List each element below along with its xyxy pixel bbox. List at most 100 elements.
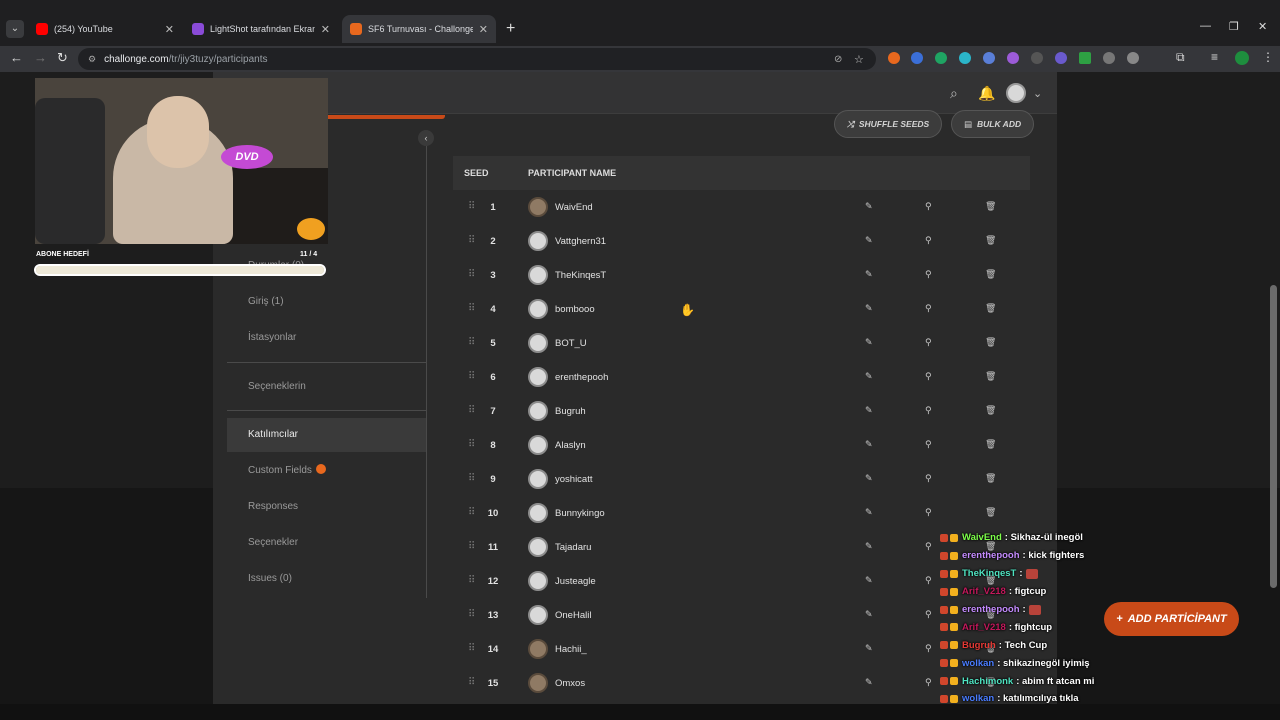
user-icon[interactable]: ⚲ [925, 609, 932, 620]
trash-icon[interactable]: 🗑 [985, 303, 996, 314]
table-row[interactable]: ⠿ 3 TheKinqesT ✎ ⚲ 🗑 [453, 258, 1030, 292]
table-row[interactable]: ⠿ 5 BOT_U ✎ ⚲ 🗑 [453, 326, 1030, 360]
drag-handle-icon[interactable]: ⠿ [468, 541, 475, 552]
drag-handle-icon[interactable]: ⠿ [468, 575, 475, 586]
page-scrollbar[interactable] [1270, 285, 1277, 588]
edit-icon[interactable]: ✎ [865, 677, 873, 688]
sidebar-item-issues[interactable]: Issues (0) [227, 562, 427, 596]
table-row[interactable]: ⠿ 10 Bunnykingo ✎ ⚲ 🗑 [453, 496, 1030, 530]
extension-icon[interactable] [1127, 52, 1139, 64]
chevron-down-icon[interactable]: ⌄ [1033, 87, 1042, 100]
address-bar[interactable]: ⚙ challonge.com /tr/jiy3tuzy/participant… [78, 48, 876, 70]
user-avatar[interactable] [1006, 83, 1026, 103]
close-icon[interactable]: ✕ [479, 23, 488, 36]
reload-icon[interactable]: ↻ [57, 50, 68, 66]
close-icon[interactable]: ✕ [165, 23, 174, 36]
extensions-puzzle-icon[interactable]: ⧉ [1176, 50, 1185, 65]
edit-icon[interactable]: ✎ [865, 541, 873, 552]
table-row[interactable]: ⠿ 9 yoshicatt ✎ ⚲ 🗑 [453, 462, 1030, 496]
edit-icon[interactable]: ✎ [865, 643, 873, 654]
edit-icon[interactable]: ✎ [865, 473, 873, 484]
chat-username[interactable]: Bugruh [962, 640, 996, 651]
table-row[interactable]: ⠿ 2 Vattghern31 ✎ ⚲ 🗑 [453, 224, 1030, 258]
edit-icon[interactable]: ✎ [865, 575, 873, 586]
forward-icon[interactable]: → [34, 50, 47, 65]
user-icon[interactable]: ⚲ [925, 575, 932, 586]
search-icon[interactable]: ⌕ [950, 85, 958, 102]
edit-icon[interactable]: ✎ [865, 609, 873, 620]
drag-handle-icon[interactable]: ⠿ [468, 269, 475, 280]
trash-icon[interactable]: 🗑 [985, 269, 996, 280]
chat-username[interactable]: TheKinqesT [962, 568, 1016, 579]
collapse-sidebar-button[interactable]: ‹ [418, 130, 434, 146]
user-icon[interactable]: ⚲ [925, 541, 932, 552]
add-participant-button[interactable]: + ADD PARTİCİPANT [1104, 602, 1239, 636]
drag-handle-icon[interactable]: ⠿ [468, 507, 475, 518]
tab-lightshot[interactable]: LightShot tarafından Ekran Gör ✕ [184, 15, 338, 43]
trash-icon[interactable]: 🗑 [985, 337, 996, 348]
minimize-icon[interactable]: — [1200, 20, 1211, 32]
trash-icon[interactable]: 🗑 [985, 507, 996, 518]
chat-username[interactable]: erenthepooh [962, 604, 1020, 615]
profile-avatar[interactable] [1235, 51, 1249, 65]
trash-icon[interactable]: 🗑 [985, 439, 996, 450]
maximize-icon[interactable]: ❐ [1229, 20, 1239, 33]
table-row[interactable]: ⠿ 4 bombooo ✎ ⚲ 🗑 [453, 292, 1030, 326]
close-icon[interactable]: ✕ [321, 23, 330, 36]
extension-icon[interactable] [1055, 52, 1067, 64]
sidebar-item-secenekler[interactable]: Seçenekler [227, 526, 427, 560]
user-icon[interactable]: ⚲ [925, 507, 932, 518]
edit-icon[interactable]: ✎ [865, 269, 873, 280]
extension-icon[interactable] [888, 52, 900, 64]
drag-handle-icon[interactable]: ⠿ [468, 235, 475, 246]
extension-icon[interactable] [935, 52, 947, 64]
extension-icon[interactable] [959, 52, 971, 64]
user-icon[interactable]: ⚲ [925, 371, 932, 382]
sidebar-item-custom-fields[interactable]: Custom Fields [227, 454, 427, 488]
drag-handle-icon[interactable]: ⠿ [468, 201, 475, 212]
edit-icon[interactable]: ✎ [865, 337, 873, 348]
chat-username[interactable]: wolkan [962, 658, 994, 669]
drag-handle-icon[interactable]: ⠿ [468, 371, 475, 382]
chat-username[interactable]: wolkan [962, 693, 994, 704]
trash-icon[interactable]: 🗑 [985, 235, 996, 246]
extension-icon[interactable] [1103, 52, 1115, 64]
edit-icon[interactable]: ✎ [865, 303, 873, 314]
extension-icon[interactable] [1079, 52, 1091, 64]
chat-username[interactable]: WaivEnd [962, 532, 1002, 543]
sidebar-item-katilimcilar[interactable]: Katılımcılar [227, 418, 427, 452]
trash-icon[interactable]: 🗑 [985, 371, 996, 382]
user-icon[interactable]: ⚲ [925, 235, 932, 246]
shuffle-seeds-button[interactable]: ⤮ SHUFFLE SEEDS [834, 110, 943, 138]
drag-handle-icon[interactable]: ⠿ [468, 303, 475, 314]
drag-handle-icon[interactable]: ⠿ [468, 337, 475, 348]
site-info-icon[interactable]: ⚙ [88, 54, 96, 65]
new-tab-button[interactable]: + [506, 20, 515, 38]
chat-username[interactable]: erenthepooh [962, 550, 1020, 561]
sidebar-item-istasyonlar[interactable]: İstasyonlar [227, 321, 427, 355]
trash-icon[interactable]: 🗑 [985, 473, 996, 484]
drag-handle-icon[interactable]: ⠿ [468, 473, 475, 484]
table-row[interactable]: ⠿ 1 WaivEnd ✎ ⚲ 🗑 [453, 190, 1030, 224]
user-icon[interactable]: ⚲ [925, 643, 932, 654]
sidebar-item-seceneklerin[interactable]: Seçeneklerin [227, 370, 427, 404]
drag-handle-icon[interactable]: ⠿ [468, 439, 475, 450]
edit-icon[interactable]: ✎ [865, 371, 873, 382]
drag-handle-icon[interactable]: ⠿ [468, 677, 475, 688]
bookmark-star-icon[interactable]: ☆ [854, 53, 864, 66]
edit-icon[interactable]: ✎ [865, 439, 873, 450]
sidebar-item-giris[interactable]: Giriş (1) [227, 285, 427, 319]
window-close-icon[interactable]: ✕ [1258, 20, 1267, 33]
tab-search-button[interactable]: ⌄ [6, 20, 24, 38]
user-icon[interactable]: ⚲ [925, 439, 932, 450]
edit-icon[interactable]: ✎ [865, 235, 873, 246]
drag-handle-icon[interactable]: ⠿ [468, 643, 475, 654]
user-icon[interactable]: ⚲ [925, 337, 932, 348]
eye-off-icon[interactable]: ⊘ [834, 54, 842, 65]
chat-username[interactable]: Arif_V218 [962, 586, 1006, 597]
drag-handle-icon[interactable]: ⠿ [468, 405, 475, 416]
user-icon[interactable]: ⚲ [925, 405, 932, 416]
browser-menu-icon[interactable]: ⋮ [1262, 50, 1274, 64]
user-icon[interactable]: ⚲ [925, 269, 932, 280]
user-icon[interactable]: ⚲ [925, 201, 932, 212]
